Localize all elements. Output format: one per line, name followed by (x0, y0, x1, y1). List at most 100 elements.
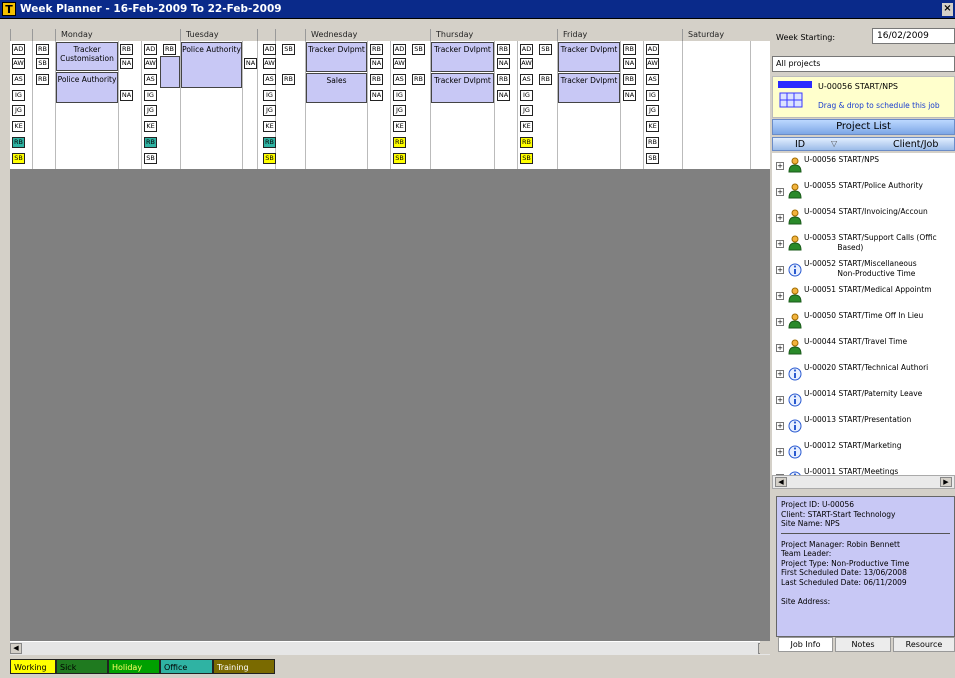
job-block[interactable]: Tracker Dvlpmt (558, 73, 620, 103)
expand-icon[interactable]: + (776, 396, 784, 404)
project-row[interactable]: + U-00012 START/Marketing (772, 439, 955, 465)
staff-tag[interactable]: SB (393, 153, 406, 164)
job-block[interactable]: Tracker Customisation (56, 42, 118, 71)
job-block[interactable]: Police Authority (56, 72, 118, 103)
staff-tag[interactable]: SB (520, 153, 533, 164)
expand-icon[interactable]: + (776, 370, 784, 378)
scroll-left-icon[interactable]: ◀ (775, 477, 787, 487)
job-block[interactable]: Sales (306, 73, 367, 103)
job-block[interactable]: Tracker Dvlpmt (431, 42, 494, 72)
staff-tag[interactable]: AD (144, 44, 157, 55)
staff-tag[interactable]: NA (244, 58, 257, 69)
staff-tag[interactable]: RB (623, 44, 636, 55)
project-row[interactable]: + U-00013 START/Presentation (772, 413, 955, 439)
staff-tag[interactable]: RB (497, 44, 510, 55)
staff-tag[interactable]: AD (263, 44, 276, 55)
staff-tag[interactable]: IG (144, 90, 157, 101)
expand-icon[interactable]: + (776, 344, 784, 352)
staff-tag[interactable]: RB (163, 44, 176, 55)
scroll-right-icon[interactable]: ▶ (940, 477, 952, 487)
staff-tag[interactable]: NA (370, 58, 383, 69)
staff-tag[interactable]: AW (646, 58, 659, 69)
staff-tag[interactable]: NA (120, 58, 133, 69)
staff-tag[interactable]: RB (263, 137, 276, 148)
staff-tag[interactable]: AS (144, 74, 157, 85)
staff-tag[interactable]: NA (497, 58, 510, 69)
staff-tag[interactable]: RB (539, 74, 552, 85)
staff-tag[interactable]: JG (12, 105, 25, 116)
project-row[interactable]: + U-00056 START/NPS (772, 153, 955, 179)
staff-tag[interactable]: SB (646, 153, 659, 164)
job-block[interactable] (160, 56, 180, 88)
tab-notes[interactable]: Notes (835, 637, 891, 652)
staff-tag[interactable]: AW (393, 58, 406, 69)
horizontal-scrollbar[interactable]: ◀ ▶ (10, 641, 770, 655)
staff-tag[interactable]: KE (144, 121, 157, 132)
staff-tag[interactable]: SB (263, 153, 276, 164)
staff-tag[interactable]: NA (497, 90, 510, 101)
column-client-job[interactable]: Client/Job (893, 139, 938, 150)
staff-tag[interactable]: JG (144, 105, 157, 116)
project-row[interactable]: + U-00050 START/Time Off In Lieu (772, 309, 955, 335)
staff-tag[interactable]: NA (623, 58, 636, 69)
staff-tag[interactable]: NA (623, 90, 636, 101)
scroll-left-icon[interactable]: ◀ (10, 643, 22, 654)
sort-icon[interactable]: ▽ (831, 139, 837, 148)
expand-icon[interactable]: + (776, 214, 784, 222)
job-block[interactable]: Tracker Dvlpmt (306, 42, 367, 72)
staff-tag[interactable]: RB (36, 74, 49, 85)
staff-tag[interactable]: RB (12, 137, 25, 148)
staff-tag[interactable]: SB (412, 44, 425, 55)
staff-tag[interactable]: KE (12, 121, 25, 132)
project-list[interactable]: + U-00056 START/NPS + U-00055 START/Police … (772, 153, 955, 477)
staff-tag[interactable]: AD (12, 44, 25, 55)
expand-icon[interactable]: + (776, 422, 784, 430)
staff-tag[interactable]: AW (12, 58, 25, 69)
staff-tag[interactable]: KE (520, 121, 533, 132)
staff-tag[interactable]: KE (393, 121, 406, 132)
staff-tag[interactable]: NA (120, 90, 133, 101)
expand-icon[interactable]: + (776, 188, 784, 196)
drag-job-panel[interactable]: U-00056 START/NPS Drag & drop to schedul… (772, 76, 955, 118)
project-list-hscroll[interactable]: ◀ ▶ (772, 475, 955, 489)
project-row[interactable]: + U-00053 START/Support Calls (Offic Base… (772, 231, 955, 257)
staff-tag[interactable]: AS (393, 74, 406, 85)
staff-tag[interactable]: IG (646, 90, 659, 101)
project-row[interactable]: + U-00054 START/Invoicing/Accoun (772, 205, 955, 231)
project-row[interactable]: + U-00055 START/Police Authority (772, 179, 955, 205)
staff-tag[interactable]: AD (393, 44, 406, 55)
expand-icon[interactable]: + (776, 162, 784, 170)
staff-tag[interactable]: SB (36, 58, 49, 69)
staff-tag[interactable]: RB (520, 137, 533, 148)
staff-tag[interactable]: IG (12, 90, 25, 101)
staff-tag[interactable]: AW (263, 58, 276, 69)
project-filter-dropdown[interactable]: All projects (772, 56, 955, 72)
staff-tag[interactable]: SB (144, 153, 157, 164)
tab-resource[interactable]: Resource (893, 637, 955, 652)
staff-tag[interactable]: AS (12, 74, 25, 85)
staff-tag[interactable]: RB (497, 74, 510, 85)
staff-tag[interactable]: SB (539, 44, 552, 55)
project-row[interactable]: + U-00020 START/Technical Authori (772, 361, 955, 387)
staff-tag[interactable]: RB (623, 74, 636, 85)
expand-icon[interactable]: + (776, 266, 784, 274)
staff-tag[interactable]: RB (120, 44, 133, 55)
expand-icon[interactable]: + (776, 318, 784, 326)
staff-tag[interactable]: JG (393, 105, 406, 116)
staff-tag[interactable]: JG (263, 105, 276, 116)
project-row[interactable]: + U-00044 START/Travel Time (772, 335, 955, 361)
staff-tag[interactable]: KE (646, 121, 659, 132)
staff-tag[interactable]: RB (36, 44, 49, 55)
staff-tag[interactable]: RB (393, 137, 406, 148)
expand-icon[interactable]: + (776, 240, 784, 248)
staff-tag[interactable]: RB (370, 74, 383, 85)
staff-tag[interactable]: RB (282, 74, 295, 85)
staff-tag[interactable]: JG (646, 105, 659, 116)
staff-tag[interactable]: RB (370, 44, 383, 55)
staff-tag[interactable]: RB (412, 74, 425, 85)
staff-tag[interactable]: AD (520, 44, 533, 55)
staff-tag[interactable]: NA (370, 90, 383, 101)
column-id[interactable]: ID (795, 139, 805, 150)
staff-tag[interactable]: JG (520, 105, 533, 116)
staff-tag[interactable]: AW (520, 58, 533, 69)
